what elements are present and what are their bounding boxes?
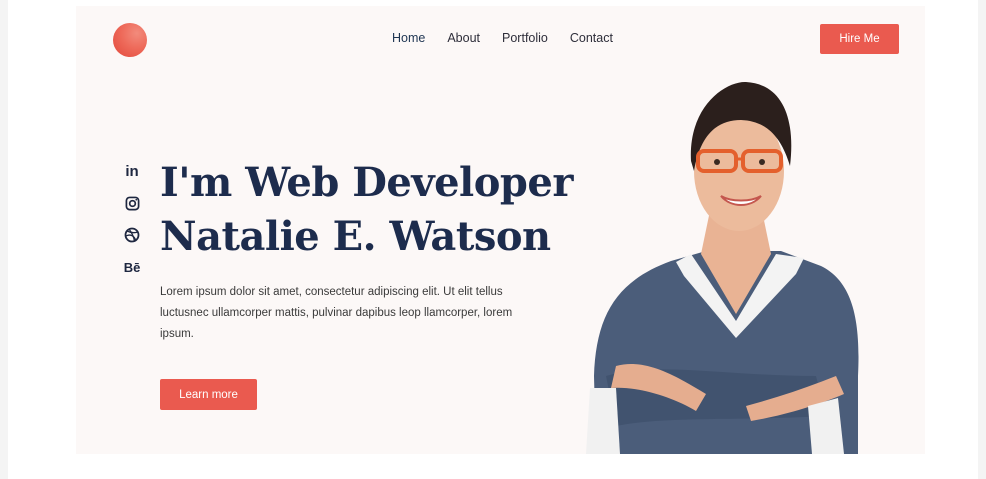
hero-title-line2: Natalie E. Watson <box>160 213 551 260</box>
page-frame: Home About Portfolio Contact Hire Me in <box>8 0 978 479</box>
portrait-image <box>586 81 859 454</box>
nav-portfolio[interactable]: Portfolio <box>502 31 548 45</box>
social-links: in Bē <box>121 162 143 276</box>
dribbble-icon[interactable] <box>123 226 141 244</box>
hero-description: Lorem ipsum dolor sit amet, consectetur … <box>160 286 513 340</box>
instagram-icon[interactable] <box>123 194 141 212</box>
hero-section: Home About Portfolio Contact Hire Me in <box>76 6 925 454</box>
logo[interactable] <box>113 23 147 57</box>
nav-contact[interactable]: Contact <box>570 31 613 45</box>
hero-title-line1: I'm Web Developer <box>160 159 573 206</box>
behance-icon[interactable]: Bē <box>123 258 141 276</box>
linkedin-icon[interactable]: in <box>123 162 141 180</box>
hire-me-button[interactable]: Hire Me <box>820 24 899 54</box>
hero-title: I'm Web Developer Natalie E. Watson <box>160 156 573 264</box>
learn-more-button[interactable]: Learn more <box>160 379 257 410</box>
main-nav: Home About Portfolio Contact <box>392 31 613 45</box>
nav-home[interactable]: Home <box>392 31 425 45</box>
nav-about[interactable]: About <box>447 31 480 45</box>
